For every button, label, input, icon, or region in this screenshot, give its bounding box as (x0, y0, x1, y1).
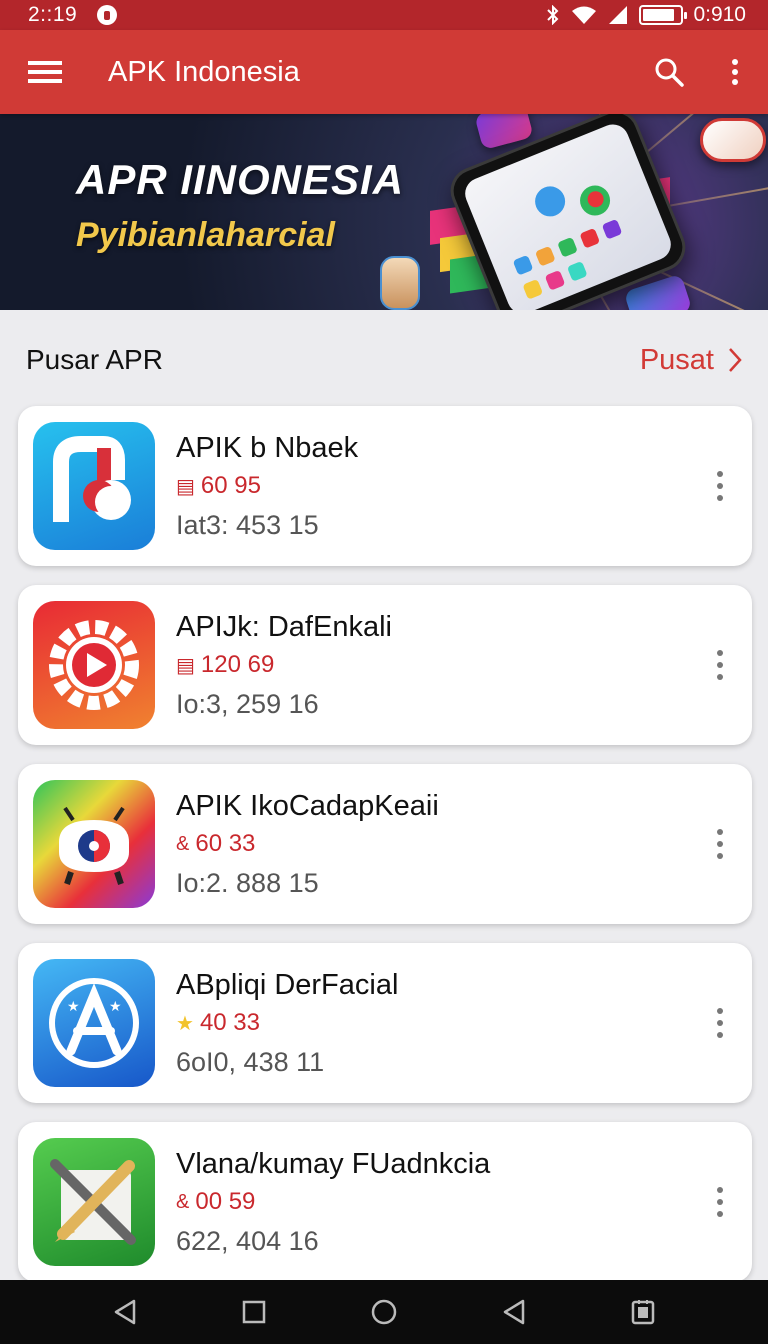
app-store-icon: ★ ★ (33, 959, 155, 1087)
back-icon[interactable] (95, 1280, 155, 1344)
section-title: Pusar APR (26, 344, 163, 375)
calendar-icon: ▤ (176, 475, 195, 498)
square-icon[interactable] (224, 1280, 284, 1344)
section-link-label: Pusat (639, 343, 714, 376)
play-gear-icon (33, 601, 155, 729)
bluetooth-icon (547, 5, 559, 25)
app-name: APIK b Nbaek (176, 432, 359, 464)
app-meta: ★ 40 33 (176, 1009, 260, 1037)
star-icon: ★ (176, 1012, 194, 1035)
more-options-icon[interactable] (706, 993, 734, 1053)
app-meta-value: 120 69 (200, 651, 275, 678)
section-see-all-link[interactable]: Pusat (640, 344, 742, 377)
more-options-icon[interactable] (706, 814, 734, 874)
system-nav-bar (0, 1280, 768, 1344)
link-icon: & (176, 1190, 190, 1213)
app-list-item[interactable]: APIJk: DafEnkali ▤ 120 69 Io:3, 259 16 (18, 585, 752, 745)
status-right-text: 0:910 (693, 3, 746, 26)
banner-title: APR IINONESIA (76, 156, 405, 203)
app-list-item[interactable]: APIK IkoCadapKeaii & 60 33 Io:2. 888 15 (18, 764, 752, 924)
app-name: APIK IkoCadapKeaii (176, 790, 439, 822)
app-meta-value: 40 33 (199, 1009, 260, 1036)
app-stat: Iat3: 453 15 (176, 510, 319, 540)
app-list: APIK b Nbaek ▤ 60 95 Iat3: 453 15 APIJk:… (18, 406, 752, 1301)
svg-text:★: ★ (109, 999, 122, 1015)
banner-subtitle: Pyibianlaharcial (76, 216, 335, 254)
app-stat: 6oI0, 438 11 (176, 1047, 325, 1077)
screenshot-icon[interactable] (613, 1280, 673, 1344)
app-stat: Io:2. 888 15 (176, 868, 319, 898)
more-options-icon[interactable] (706, 456, 734, 516)
app-name: APIJk: DafEnkali (176, 611, 392, 643)
section-header: Pusar APR Pusat (0, 320, 768, 400)
more-options-icon[interactable] (706, 1172, 734, 1232)
app-name: Vlana/kumay FUadnkcia (176, 1148, 491, 1180)
tools-icon (33, 1138, 155, 1266)
app-title: APK Indonesia (108, 55, 300, 88)
app-meta-value: 60 95 (200, 472, 261, 499)
status-right: 0:910 (545, 3, 746, 27)
status-bar: 2::19 0:910 (0, 0, 768, 30)
app-name: ABpliqi DerFacial (176, 969, 399, 1001)
app-meta: ▤ 60 95 (176, 472, 261, 500)
floating-app-card (700, 118, 766, 162)
app-meta: ▤ 120 69 (176, 651, 274, 679)
app-list-item[interactable]: ★ ★ ABpliqi DerFacial ★ 40 33 6oI0, 438 1… (18, 943, 752, 1103)
app-meta-value: 60 33 (195, 830, 256, 857)
more-options-icon[interactable] (706, 635, 734, 695)
link-icon: & (176, 832, 190, 855)
overflow-icon[interactable] (702, 30, 768, 114)
app-list-item[interactable]: Vlana/kumay FUadnkcia & 00 59 622, 404 1… (18, 1122, 752, 1282)
app-meta: & 00 59 (176, 1188, 255, 1216)
app-stat: 622, 404 16 (176, 1226, 319, 1256)
app-meta: & 60 33 (176, 830, 255, 858)
music-note-icon (33, 422, 155, 550)
alert-icon (97, 5, 118, 25)
wifi-icon (572, 6, 597, 24)
app-meta-value: 00 59 (195, 1188, 256, 1215)
app-bar: APK Indonesia (0, 30, 768, 114)
back-icon[interactable] (484, 1280, 544, 1344)
status-time: 2::19 (28, 3, 78, 26)
android-icon (33, 780, 155, 908)
battery-icon (639, 5, 688, 25)
svg-text:★: ★ (67, 999, 80, 1015)
calendar-icon: ▤ (176, 654, 195, 677)
hamburger-icon[interactable] (0, 30, 90, 114)
home-circle-icon[interactable] (354, 1280, 414, 1344)
chevron-right-icon (729, 348, 742, 372)
app-list-item[interactable]: APIK b Nbaek ▤ 60 95 Iat3: 453 15 (18, 406, 752, 566)
avatar (380, 256, 420, 310)
search-icon[interactable] (636, 30, 702, 114)
app-stat: Io:3, 259 16 (176, 689, 319, 719)
signal-icon (609, 6, 628, 24)
